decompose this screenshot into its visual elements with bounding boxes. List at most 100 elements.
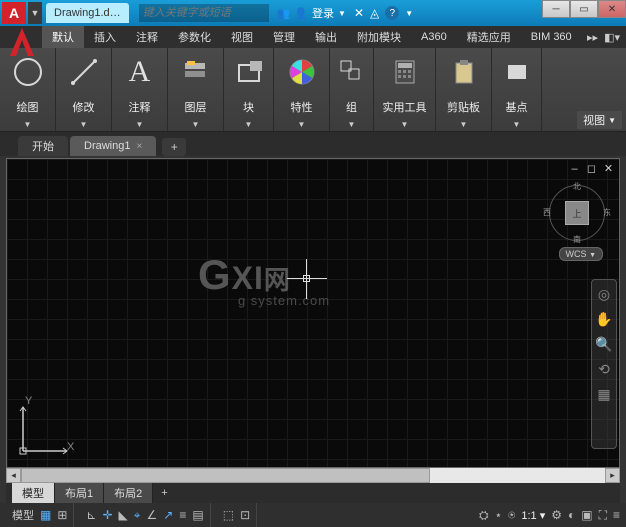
- panel-layer[interactable]: 图层 ▼: [168, 48, 224, 131]
- pan-icon[interactable]: ✋: [595, 311, 612, 328]
- wcs-dropdown[interactable]: WCS ▼: [559, 247, 603, 261]
- tab-annotate[interactable]: 注释: [126, 26, 168, 48]
- chevron-down-icon[interactable]: ▼: [405, 9, 413, 18]
- tab-addons[interactable]: 附加模块: [347, 26, 411, 48]
- chevron-down-icon: ▼: [401, 120, 409, 129]
- cube-top-face[interactable]: 上: [565, 201, 589, 225]
- tab-a360[interactable]: A360: [411, 28, 457, 46]
- annotation-scale-icon[interactable]: ⍟: [508, 508, 515, 523]
- qat-dropdown[interactable]: ▼: [28, 2, 42, 24]
- panel-datum[interactable]: 基点 ▼: [492, 48, 542, 131]
- panel-utilities[interactable]: 实用工具 ▼: [374, 48, 436, 131]
- viewport-minimize-button[interactable]: –: [568, 163, 581, 175]
- document-tab[interactable]: Drawing1.d…: [46, 3, 129, 23]
- scroll-track[interactable]: [21, 468, 605, 483]
- ribbon-panel-icon[interactable]: ◧▾: [604, 31, 620, 44]
- ribbon-more-icon[interactable]: ▸▸: [587, 31, 598, 44]
- color-wheel-icon: [282, 52, 322, 92]
- tab-output[interactable]: 输出: [305, 26, 347, 48]
- help-icon[interactable]: ?: [385, 6, 399, 20]
- east-label: 东: [603, 207, 611, 218]
- chevron-down-icon: ▼: [24, 120, 32, 129]
- workspace-icon[interactable]: ⛭: [479, 508, 489, 523]
- file-tab-start[interactable]: 开始: [18, 136, 68, 156]
- panel-block[interactable]: 块 ▼: [224, 48, 274, 131]
- viewport-controls: – ◻ ✕: [568, 163, 615, 175]
- tab-default[interactable]: 默认: [42, 26, 84, 48]
- chevron-down-icon: ▼: [136, 120, 144, 129]
- panel-annotate[interactable]: A 注释 ▼: [112, 48, 168, 131]
- panel-draw[interactable]: 绘图 ▼: [0, 48, 56, 131]
- ribbon-spacer: 视图▼: [542, 48, 626, 131]
- tab-featured[interactable]: 精选应用: [457, 26, 521, 48]
- add-layout-button[interactable]: +: [153, 485, 175, 501]
- scroll-left-button[interactable]: ◂: [6, 468, 21, 483]
- tab-parametric[interactable]: 参数化: [168, 26, 221, 48]
- group-icon: [332, 52, 372, 92]
- panel-label: 剪贴板: [447, 99, 480, 115]
- chevron-down-icon: ▼: [513, 120, 521, 129]
- layout-tab-model[interactable]: 模型: [12, 483, 55, 503]
- steering-wheel-icon[interactable]: ◎: [598, 286, 610, 303]
- showmotion-icon[interactable]: ▦: [597, 386, 610, 403]
- panel-label: 实用工具: [383, 99, 427, 115]
- panel-clipboard[interactable]: 剪贴板 ▼: [436, 48, 492, 131]
- chevron-down-icon: ▼: [298, 120, 306, 129]
- minimize-button[interactable]: ─: [542, 0, 570, 18]
- block-icon: [229, 52, 269, 92]
- drawing-canvas[interactable]: – ◻ ✕ 北 南 西 东 上 WCS ▼ ◎ ✋ 🔍 ⟲ ▦ GXI网 g s…: [6, 158, 620, 468]
- layout-tab-layout2[interactable]: 布局2: [104, 483, 153, 503]
- title-bar: A ▼ Drawing1.d… 👥 👤 登录 ▼ ✕ ◬ ? ▼ ─ ▭ ✕: [0, 0, 626, 26]
- panel-label: 图层: [185, 99, 207, 115]
- view-cube[interactable]: 北 南 西 东 上: [547, 183, 607, 243]
- datum-icon: [497, 52, 537, 92]
- tab-bim360[interactable]: BIM 360: [521, 28, 582, 46]
- chevron-down-icon: ▼: [338, 9, 346, 18]
- clean-screen-icon[interactable]: ⛶: [599, 508, 607, 523]
- file-tab-drawing1[interactable]: Drawing1×: [70, 136, 156, 156]
- close-button[interactable]: ✕: [598, 0, 626, 18]
- panel-label: 组: [346, 99, 357, 115]
- osnap-icon[interactable]: ⌖: [134, 508, 141, 523]
- chevron-down-icon: ▼: [80, 120, 88, 129]
- panel-label: 块: [243, 99, 254, 115]
- chevron-down-icon: ▼: [245, 120, 253, 129]
- tab-view[interactable]: 视图: [221, 26, 263, 48]
- help-search-input[interactable]: [139, 4, 269, 22]
- viewport-close-button[interactable]: ✕: [602, 163, 615, 175]
- navigation-bar: ◎ ✋ 🔍 ⟲ ▦: [591, 279, 617, 449]
- people-icon: 👥: [277, 7, 291, 20]
- north-label: 北: [573, 181, 581, 192]
- zoom-icon[interactable]: 🔍: [595, 336, 612, 353]
- application-menu-button[interactable]: [6, 26, 38, 58]
- crosshair-cursor: [287, 259, 327, 299]
- orbit-icon[interactable]: ⟲: [598, 361, 610, 378]
- close-icon[interactable]: ×: [136, 141, 142, 152]
- user-icon: 👤: [294, 7, 308, 20]
- app-logo[interactable]: A: [2, 2, 26, 24]
- panel-label: 绘图: [17, 99, 39, 115]
- layers-icon: [176, 52, 216, 92]
- panel-label: 特性: [291, 99, 313, 115]
- view-panel-label[interactable]: 视图▼: [577, 111, 622, 129]
- login-area[interactable]: 👥 👤 登录 ▼: [277, 5, 346, 21]
- panel-properties[interactable]: 特性 ▼: [274, 48, 330, 131]
- tab-insert[interactable]: 插入: [84, 26, 126, 48]
- viewport-restore-button[interactable]: ◻: [585, 163, 598, 175]
- tab-manage[interactable]: 管理: [263, 26, 305, 48]
- panel-label: 注释: [129, 99, 151, 115]
- panel-group[interactable]: 组 ▼: [330, 48, 374, 131]
- exchange-icon[interactable]: ✕: [354, 6, 364, 20]
- model-space-button[interactable]: 模型: [12, 507, 34, 523]
- ribbon-tab-strip: 默认 插入 注释 参数化 视图 管理 输出 附加模块 A360 精选应用 BIM…: [0, 26, 626, 48]
- scroll-right-button[interactable]: ▸: [605, 468, 620, 483]
- chevron-down-icon: ▼: [460, 120, 468, 129]
- horizontal-scrollbar[interactable]: ◂ ▸: [6, 468, 620, 483]
- panel-modify[interactable]: 修改 ▼: [56, 48, 112, 131]
- new-tab-button[interactable]: +: [162, 138, 186, 156]
- layout-tab-layout1[interactable]: 布局1: [55, 483, 104, 503]
- maximize-button[interactable]: ▭: [570, 0, 598, 18]
- layout-tab-strip: 模型 布局1 布局2 +: [6, 483, 620, 503]
- a360-icon[interactable]: ◬: [370, 6, 379, 20]
- scroll-thumb[interactable]: [21, 468, 430, 483]
